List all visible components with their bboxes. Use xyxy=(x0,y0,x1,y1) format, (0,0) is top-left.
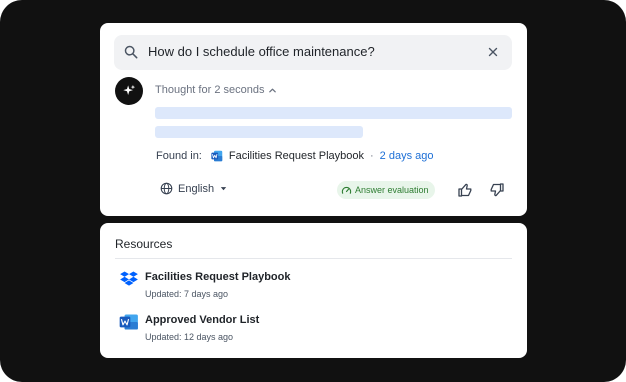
resources-title: Resources xyxy=(115,237,173,251)
resource-updated: Updated: 12 days ago xyxy=(145,332,234,342)
globe-icon xyxy=(160,182,173,195)
thumbs-up-icon[interactable] xyxy=(457,182,473,198)
resource-name: Facilities Request Playbook xyxy=(145,271,291,283)
found-in-source: Found in: Facilities Request Playbook · … xyxy=(156,150,434,162)
close-icon[interactable] xyxy=(486,45,500,59)
chevron-up-icon xyxy=(269,88,277,92)
loading-skeleton-line xyxy=(155,126,363,138)
language-label: English xyxy=(178,182,215,195)
source-document-link[interactable]: Facilities Request Playbook xyxy=(229,150,364,162)
answer-evaluation-label: Answer evaluation xyxy=(355,185,429,195)
dropbox-icon xyxy=(120,271,138,286)
word-doc-icon xyxy=(119,314,138,330)
source-timestamp: 2 days ago xyxy=(379,150,434,162)
search-icon xyxy=(124,45,138,59)
gauge-icon xyxy=(341,186,352,194)
sparkle-icon xyxy=(123,84,136,95)
search-query[interactable]: How do I schedule office maintenance? xyxy=(148,44,375,59)
ai-assistant-avatar xyxy=(115,77,143,105)
language-select[interactable]: English xyxy=(160,182,228,195)
word-doc-icon xyxy=(211,150,223,162)
separator-dot: · xyxy=(370,150,374,162)
divider xyxy=(115,258,512,259)
thought-label: Thought for 2 seconds xyxy=(155,84,265,96)
caret-down-icon xyxy=(220,187,227,191)
resource-name: Approved Vendor List xyxy=(145,314,260,326)
thumbs-down-icon[interactable] xyxy=(489,182,505,198)
search-bar[interactable]: How do I schedule office maintenance? xyxy=(114,35,512,70)
app-frame: How do I schedule office maintenance? Th… xyxy=(0,0,626,382)
resources-card: Resources Facilities Request Playbook Up… xyxy=(100,223,527,358)
resource-updated: Updated: 7 days ago xyxy=(145,289,229,299)
found-in-label: Found in: xyxy=(156,150,202,162)
answer-evaluation-badge[interactable]: Answer evaluation xyxy=(337,181,435,199)
answer-card: How do I schedule office maintenance? Th… xyxy=(100,23,527,216)
thought-toggle[interactable]: Thought for 2 seconds xyxy=(155,84,277,96)
loading-skeleton-line xyxy=(155,107,512,119)
